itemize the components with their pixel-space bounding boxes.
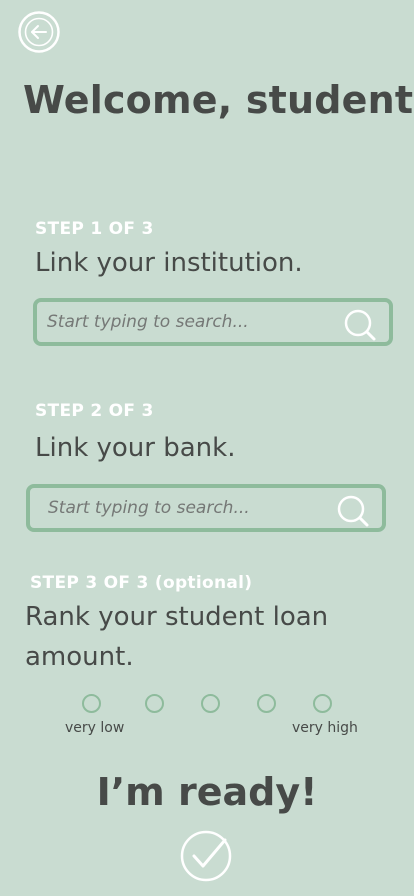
step-1-label: STEP 1 OF 3 <box>35 219 154 239</box>
step-2-heading: Link your bank. <box>35 433 236 463</box>
scale-option-5[interactable] <box>313 694 332 713</box>
scale-option-2[interactable] <box>145 694 164 713</box>
bank-search-input[interactable] <box>48 488 338 528</box>
scale-option-1[interactable] <box>82 694 101 713</box>
scale-option-3[interactable] <box>201 694 220 713</box>
page-title: Welcome, student! <box>23 78 414 122</box>
scale-low-label: very low <box>65 720 125 736</box>
step-1-heading: Link your institution. <box>35 248 303 278</box>
back-arrow-icon <box>18 11 60 53</box>
scale-option-4[interactable] <box>257 694 276 713</box>
checkmark-icon <box>180 830 232 882</box>
institution-search-input[interactable] <box>47 302 337 342</box>
bank-search-field[interactable] <box>26 484 386 532</box>
back-button[interactable] <box>17 10 61 54</box>
step-3-label: STEP 3 OF 3 (optional) <box>30 573 253 593</box>
confirm-button[interactable] <box>178 828 234 884</box>
step-2-label: STEP 2 OF 3 <box>35 401 154 421</box>
step-3-heading: Rank your student loan amount. <box>25 602 329 672</box>
scale-high-label: very high <box>292 720 358 736</box>
search-icon[interactable] <box>336 494 370 528</box>
institution-search-field[interactable] <box>33 298 393 346</box>
search-icon[interactable] <box>343 308 377 342</box>
ready-heading: I’m ready! <box>96 770 318 814</box>
